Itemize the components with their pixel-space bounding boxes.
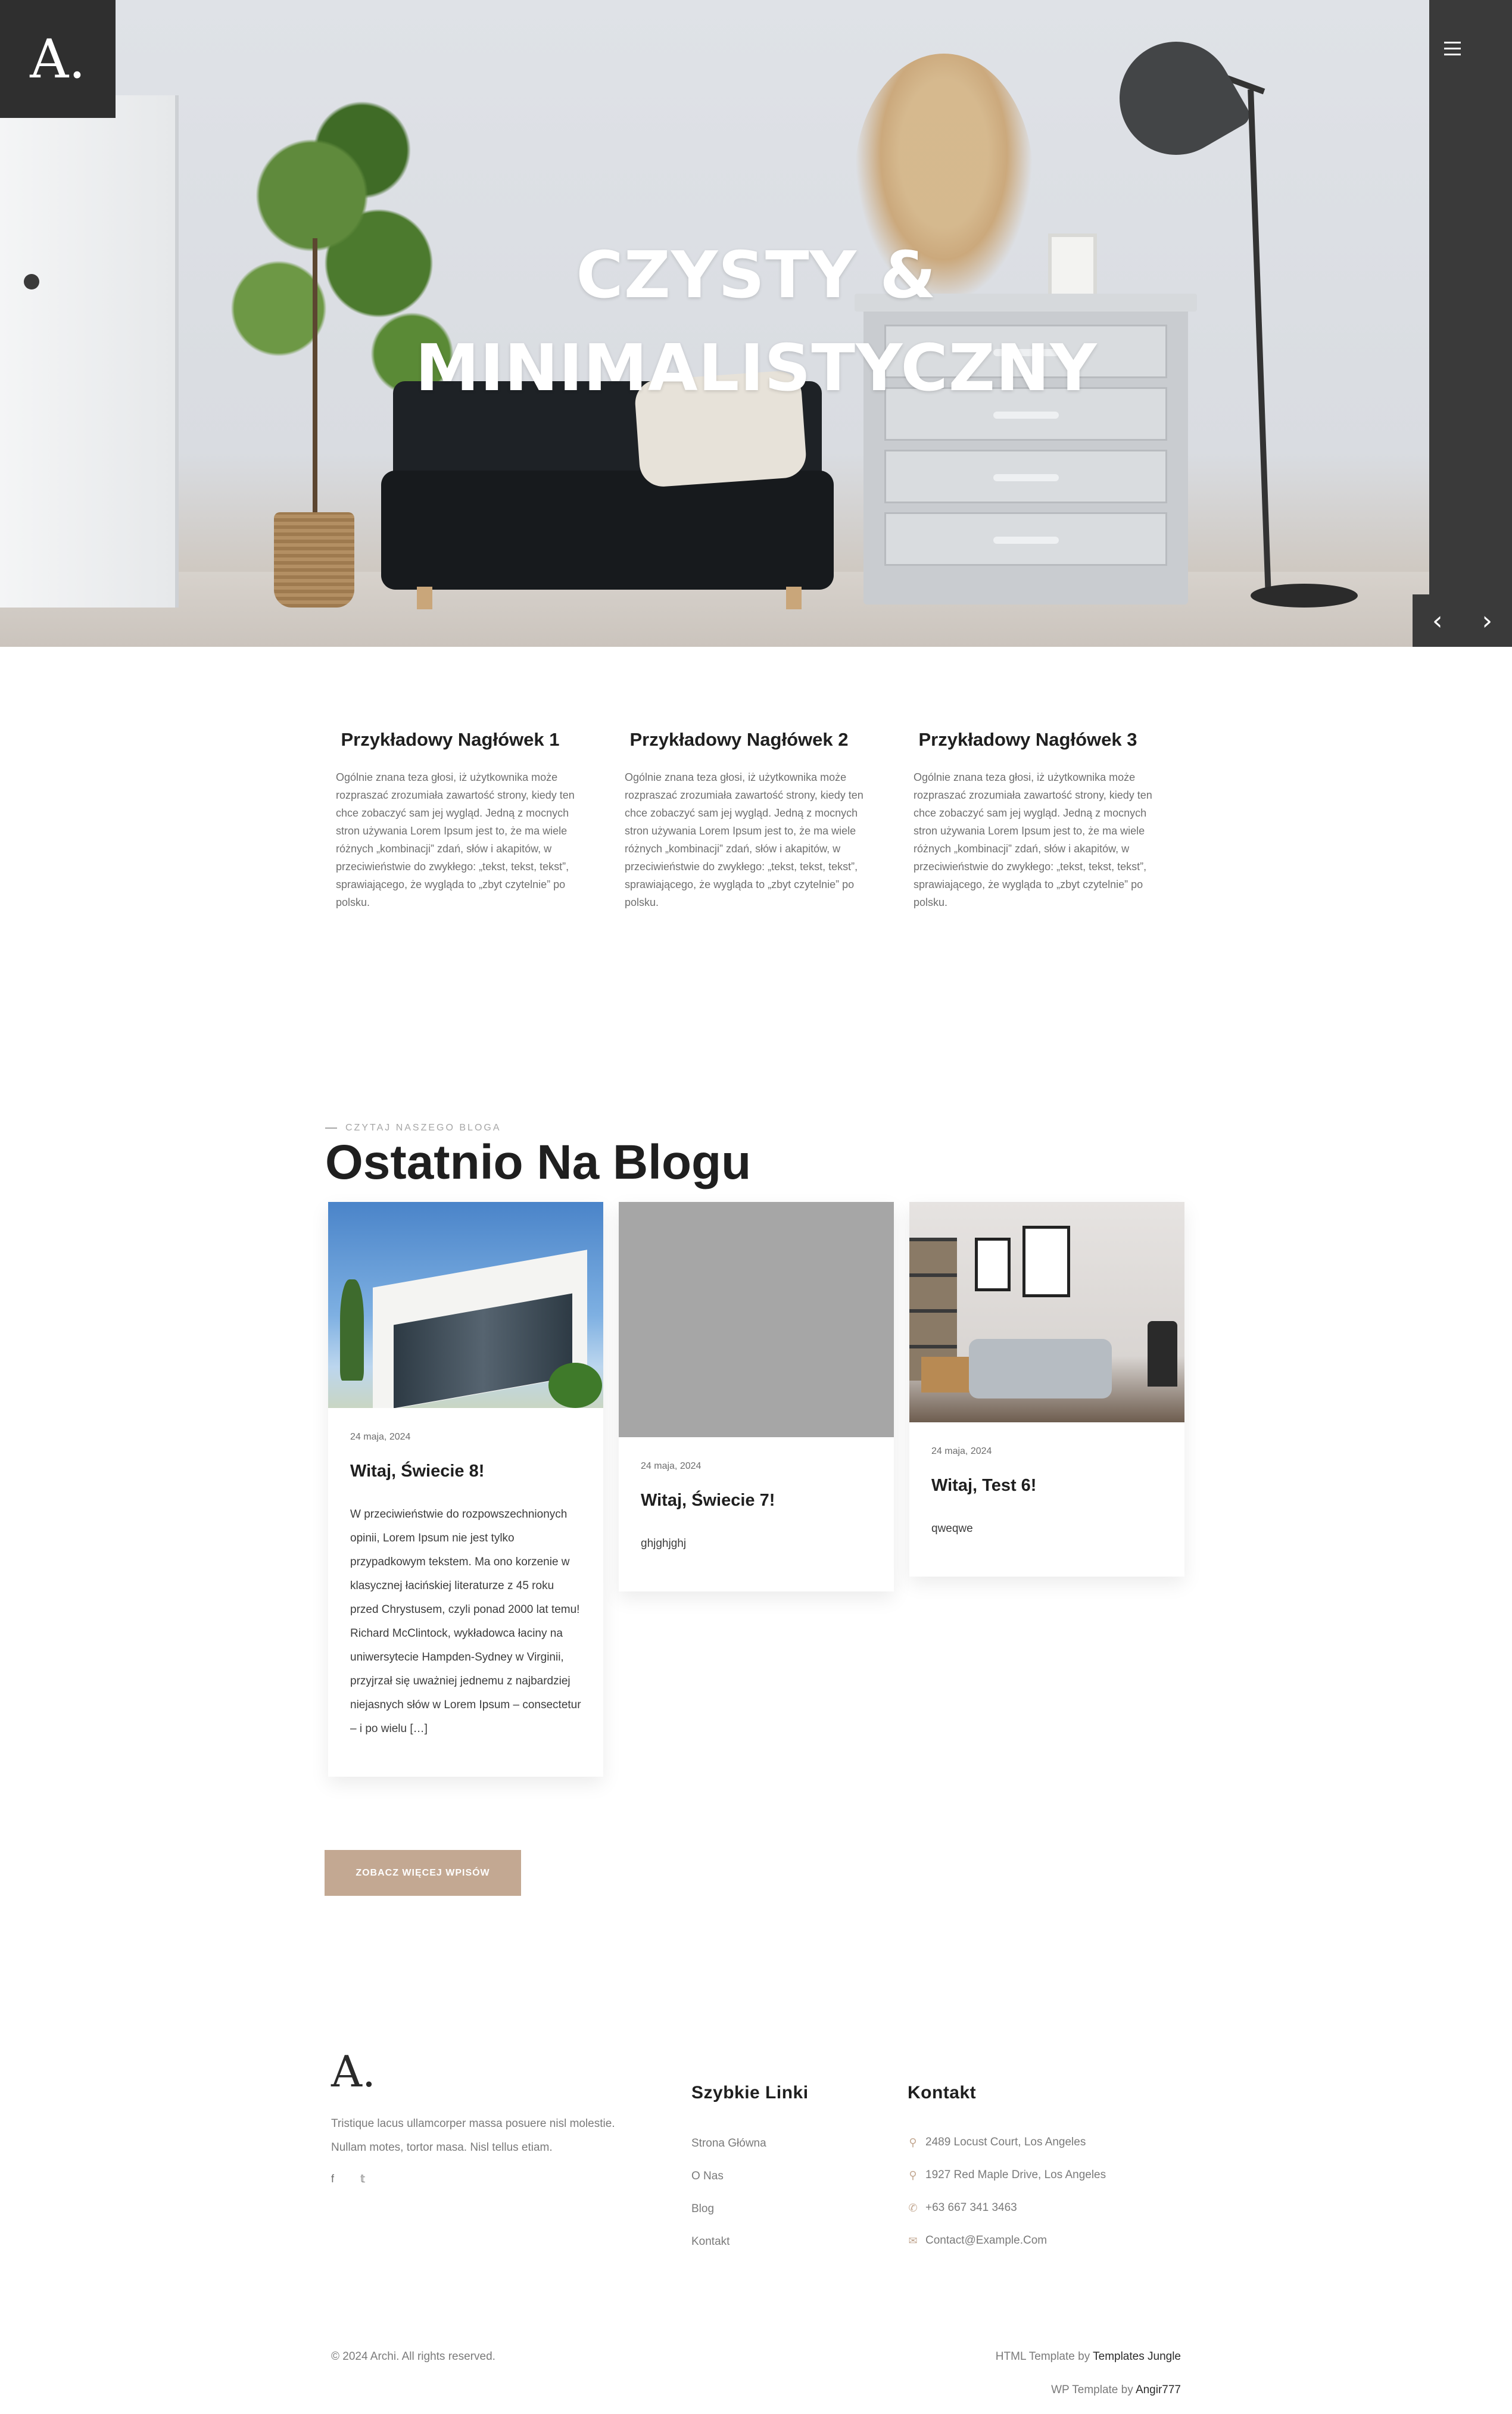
footer-link-blog[interactable]: Blog bbox=[691, 2203, 714, 2216]
feature-column: Przykładowy Nagłówek 1 Ogólnie znana tez… bbox=[322, 729, 579, 911]
contact-text: Contact@Example.Com bbox=[925, 2234, 1048, 2247]
wp-template-credit: WP Template by Angir777 bbox=[1051, 2384, 1181, 2397]
contact-address-2: ⚲ 1927 Red Maple Drive, Los Angeles bbox=[908, 2169, 1106, 2182]
location-pin-icon: ⚲ bbox=[909, 2136, 917, 2148]
hero-title-line-1: CZYSTY & bbox=[576, 238, 937, 313]
hero-door-image bbox=[0, 95, 179, 608]
phone-icon: ✆ bbox=[908, 2201, 918, 2214]
features-section: Przykładowy Nagłówek 1 Ogólnie znana tez… bbox=[322, 729, 1191, 911]
feature-heading: Przykładowy Nagłówek 3 bbox=[918, 729, 1137, 750]
feature-text: Ogólnie znana teza głosi, iż użytkownika… bbox=[914, 771, 1152, 908]
contact-address-1: ⚲ 2489 Locust Court, Los Angeles bbox=[908, 2136, 1086, 2149]
slider-navigation: ‹ › bbox=[1413, 594, 1512, 647]
angir-link[interactable]: Angir777 bbox=[1136, 2384, 1181, 2396]
facebook-icon[interactable]: f bbox=[331, 2173, 334, 2185]
footer-link-about[interactable]: O Nas bbox=[691, 2170, 724, 2183]
post-title[interactable]: Witaj, Test 6! bbox=[931, 1476, 1162, 1496]
hamburger-menu-icon[interactable] bbox=[1444, 42, 1462, 58]
more-posts-button[interactable]: ZOBACZ WIĘCEJ WPISÓW bbox=[325, 1850, 521, 1896]
contact-title: Kontakt bbox=[908, 2083, 977, 2102]
templates-jungle-link[interactable]: Templates Jungle bbox=[1093, 2350, 1181, 2363]
blog-post-card[interactable]: 24 maja, 2024 Witaj, Świecie 8! W przeci… bbox=[328, 1202, 603, 1777]
hero-slider: CZYSTY & MINIMALISTYCZNY bbox=[0, 0, 1512, 647]
contact-text: 1927 Red Maple Drive, Los Angeles bbox=[925, 2169, 1106, 2181]
door-knob bbox=[24, 274, 39, 289]
hero-plant-pot bbox=[274, 512, 354, 608]
post-title[interactable]: Witaj, Świecie 8! bbox=[350, 1462, 581, 1481]
hero-plant-stem bbox=[313, 238, 317, 518]
blog-post-card[interactable]: 24 maja, 2024 Witaj, Świecie 7! ghjghjgh… bbox=[619, 1202, 894, 1591]
post-excerpt: ghjghjghj bbox=[641, 1537, 687, 1550]
contact-text: 2489 Locust Court, Los Angeles bbox=[925, 2136, 1086, 2148]
dresser-drawer bbox=[884, 450, 1167, 503]
sofa-leg bbox=[786, 587, 802, 609]
blog-section-title: Ostatnio Na Blogu bbox=[325, 1135, 752, 1189]
hero-lamp-image bbox=[1099, 21, 1254, 176]
quick-links-title: Szybkie Linki bbox=[691, 2083, 809, 2102]
sofa-leg bbox=[417, 587, 432, 609]
logo-text: A. bbox=[30, 27, 86, 91]
post-excerpt: W przeciwieństwie do rozpowszechnionych … bbox=[350, 1508, 581, 1735]
blog-kicker: CZYTAJ NASZEGO BLOGA bbox=[325, 1123, 501, 1133]
post-excerpt: qweqwe bbox=[931, 1522, 973, 1535]
post-date: 24 maja, 2024 bbox=[931, 1446, 992, 1456]
feature-column: Przykładowy Nagłówek 3 Ogólnie znana tez… bbox=[899, 729, 1156, 911]
hero-lamp-pole bbox=[1248, 89, 1271, 596]
footer-link-home[interactable]: Strona Główna bbox=[691, 2137, 766, 2150]
palm-tree bbox=[340, 1279, 364, 1381]
contact-phone[interactable]: ✆ +63 667 341 3463 bbox=[908, 2201, 1017, 2214]
contact-text: +63 667 341 3463 bbox=[925, 2201, 1017, 2214]
post-title[interactable]: Witaj, Świecie 7! bbox=[641, 1491, 872, 1510]
wall-frame bbox=[1022, 1226, 1070, 1297]
side-nav-bar bbox=[1429, 0, 1512, 594]
side-table bbox=[921, 1357, 975, 1393]
chair bbox=[1148, 1321, 1177, 1387]
credit-prefix: WP Template by bbox=[1051, 2384, 1136, 2396]
feature-text: Ogólnie znana teza głosi, iż użytkownika… bbox=[625, 771, 863, 908]
chevron-left-icon[interactable]: ‹ bbox=[1413, 594, 1463, 647]
sofa-seat bbox=[381, 471, 834, 590]
site-logo[interactable]: A. bbox=[0, 0, 116, 118]
sofa bbox=[969, 1339, 1112, 1398]
post-thumbnail-living-room[interactable] bbox=[909, 1202, 1184, 1422]
feature-heading: Przykładowy Nagłówek 2 bbox=[629, 729, 849, 750]
dresser-drawer bbox=[884, 512, 1167, 566]
credit-prefix: HTML Template by bbox=[995, 2350, 1093, 2363]
location-pin-icon: ⚲ bbox=[909, 2169, 917, 2181]
mail-icon: ✉ bbox=[908, 2234, 918, 2247]
wall-frame bbox=[975, 1238, 1011, 1291]
footer-logo[interactable]: A. bbox=[331, 2047, 376, 2097]
hero-title-line-2: MINIMALISTYCZNY bbox=[415, 331, 1098, 406]
kicker-dash bbox=[325, 1127, 337, 1129]
contact-email[interactable]: ✉ Contact@Example.Com bbox=[908, 2234, 1047, 2247]
hero-lamp-base bbox=[1251, 584, 1358, 608]
blog-post-card[interactable]: 24 maja, 2024 Witaj, Test 6! qweqwe bbox=[909, 1202, 1184, 1577]
footer-description: Tristique lacus ullamcorper massa posuer… bbox=[331, 2117, 615, 2154]
feature-heading: Przykładowy Nagłówek 1 bbox=[341, 729, 560, 750]
chevron-right-icon[interactable]: › bbox=[1463, 594, 1512, 647]
post-date: 24 maja, 2024 bbox=[641, 1461, 702, 1471]
feature-text: Ogólnie znana teza głosi, iż użytkownika… bbox=[336, 771, 575, 908]
post-thumbnail-placeholder[interactable] bbox=[619, 1202, 894, 1437]
hero-title: CZYSTY & MINIMALISTYCZNY bbox=[411, 229, 1102, 415]
twitter-icon[interactable]: 𝕥 bbox=[360, 2173, 365, 2185]
html-template-credit: HTML Template by Templates Jungle bbox=[996, 2350, 1181, 2363]
bush bbox=[548, 1363, 602, 1408]
footer-link-contact[interactable]: Kontakt bbox=[691, 2235, 729, 2248]
feature-column: Przykładowy Nagłówek 2 Ogólnie znana tez… bbox=[610, 729, 868, 911]
copyright-text: © 2024 Archi. All rights reserved. bbox=[331, 2350, 495, 2363]
blog-kicker-text: CZYTAJ NASZEGO BLOGA bbox=[345, 1123, 501, 1133]
post-date: 24 maja, 2024 bbox=[350, 1432, 411, 1442]
post-thumbnail-house[interactable] bbox=[328, 1202, 603, 1408]
